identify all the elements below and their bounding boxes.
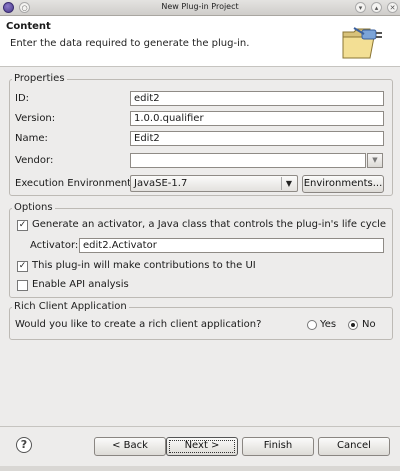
api-analysis-checkbox[interactable] bbox=[17, 280, 28, 291]
chevron-down-icon: ▼ bbox=[281, 177, 296, 190]
generate-activator-label: Generate an activator, a Java class that… bbox=[32, 219, 387, 230]
id-input[interactable]: edit2 bbox=[130, 91, 384, 106]
activator-input[interactable]: edit2.Activator bbox=[79, 238, 384, 253]
next-button[interactable]: Next > bbox=[166, 437, 238, 456]
rcp-question: Would you like to create a rich client a… bbox=[15, 319, 262, 330]
activator-label: Activator: bbox=[30, 240, 79, 251]
rcp-yes-label: Yes bbox=[320, 319, 337, 330]
api-analysis-label: Enable API analysis bbox=[32, 279, 129, 290]
exec-env-label: Execution Environment: bbox=[15, 178, 135, 189]
window-title: New Plug-in Project bbox=[161, 2, 239, 11]
back-button[interactable]: < Back bbox=[94, 437, 166, 456]
page-title: Content bbox=[6, 21, 51, 32]
finish-button[interactable]: Finish bbox=[242, 437, 314, 456]
window-titlebar: ○ New Plug-in Project ▾ ▴ ✕ bbox=[0, 0, 400, 16]
properties-legend: Properties bbox=[12, 73, 67, 84]
environments-button[interactable]: Environments... bbox=[302, 175, 384, 193]
rcp-legend: Rich Client Application bbox=[12, 301, 129, 312]
rcp-no-label: No bbox=[362, 319, 376, 330]
options-legend: Options bbox=[12, 202, 55, 213]
bottom-edge bbox=[0, 466, 400, 471]
footer-separator bbox=[0, 426, 400, 427]
radio-selected-dot bbox=[351, 323, 355, 327]
cancel-button[interactable]: Cancel bbox=[318, 437, 390, 456]
version-label: Version: bbox=[15, 113, 56, 124]
vendor-label: Vendor: bbox=[15, 155, 54, 166]
version-input[interactable]: 1.0.0.qualifier bbox=[130, 111, 384, 126]
maximize-icon[interactable]: ▴ bbox=[371, 2, 382, 13]
rcp-no-radio[interactable] bbox=[348, 320, 358, 330]
exec-env-select[interactable]: JavaSE-1.7 ▼ bbox=[130, 175, 298, 192]
page-description: Enter the data required to generate the … bbox=[10, 38, 250, 49]
plugin-folder-icon bbox=[342, 27, 382, 59]
name-input[interactable]: Edit2 bbox=[130, 131, 384, 146]
help-icon[interactable]: ? bbox=[16, 437, 32, 453]
generate-activator-checkbox[interactable]: ✓ bbox=[17, 220, 28, 231]
exec-env-value: JavaSE-1.7 bbox=[134, 178, 188, 189]
wizard-header: Content Enter the data required to gener… bbox=[0, 16, 400, 67]
rcp-yes-radio[interactable] bbox=[307, 320, 317, 330]
id-label: ID: bbox=[15, 93, 30, 104]
minimize-icon[interactable]: ▾ bbox=[355, 2, 366, 13]
close-icon[interactable]: ✕ bbox=[387, 2, 398, 13]
vendor-input[interactable] bbox=[130, 153, 366, 168]
contributions-checkbox[interactable]: ✓ bbox=[17, 261, 28, 272]
contributions-label: This plug-in will make contributions to … bbox=[32, 260, 256, 271]
vendor-dropdown-icon[interactable]: ▼ bbox=[367, 153, 383, 168]
name-label: Name: bbox=[15, 133, 48, 144]
